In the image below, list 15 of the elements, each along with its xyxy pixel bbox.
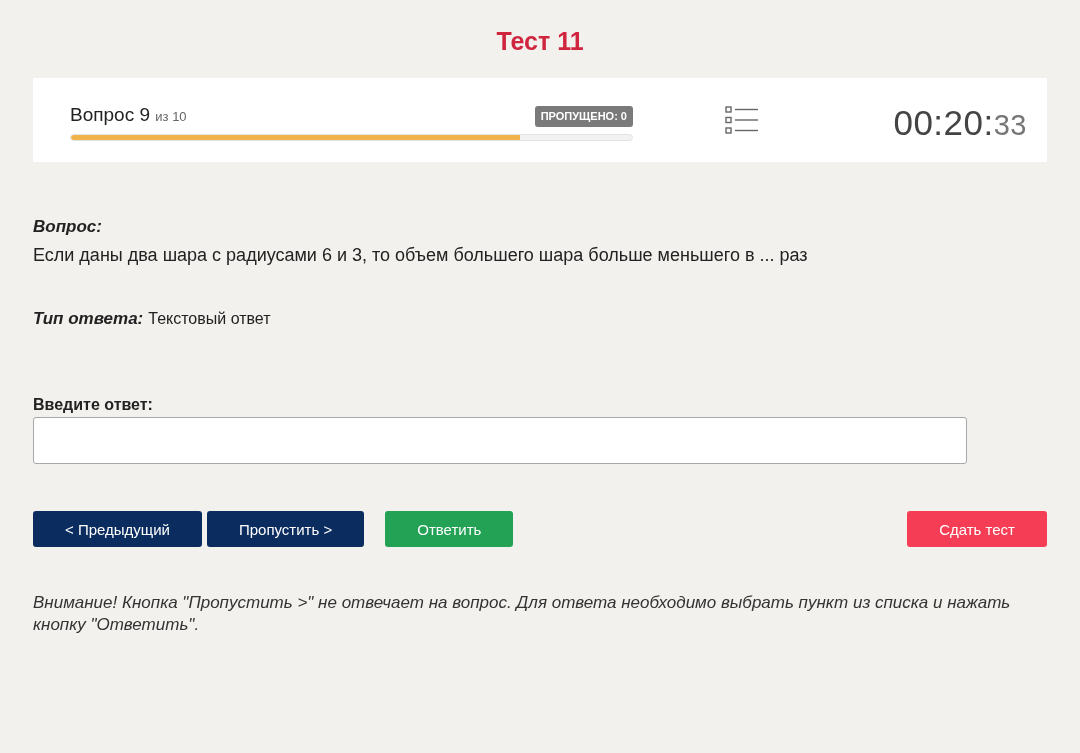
notice-text: Внимание! Кнопка "Пропустить >" не отвечает на вопрос. Для ответа необходимо выбрать пункт из списка и нажать кнопку "Ответить". (33, 592, 1012, 636)
timer: 00:20:33 (893, 103, 1027, 143)
question-label: Вопрос: (33, 217, 102, 237)
question-text: Если даны два шара с радиусами 6 и 3, то объем большего шара больше меньшего в ... раз (33, 244, 808, 266)
nav-button[interactable]: Пропустить > (206, 511, 365, 547)
nav-button[interactable]: < Предыдущий (33, 511, 202, 547)
question-counter: Вопрос 9 из 10 (70, 103, 187, 127)
answer-type-label: Тип ответа: (33, 309, 144, 329)
answer-label: Введите ответ: (33, 395, 153, 414)
answer-input[interactable] (33, 417, 967, 464)
finish-test-button[interactable]: Сдать тест (907, 511, 1047, 547)
skipped-badge: ПРОПУЩЕНО: 0 (534, 105, 633, 127)
answer-type-value: Текстовый ответ (148, 310, 271, 328)
list-icon[interactable] (725, 105, 759, 135)
test-title: Тест 11 (496, 26, 584, 56)
